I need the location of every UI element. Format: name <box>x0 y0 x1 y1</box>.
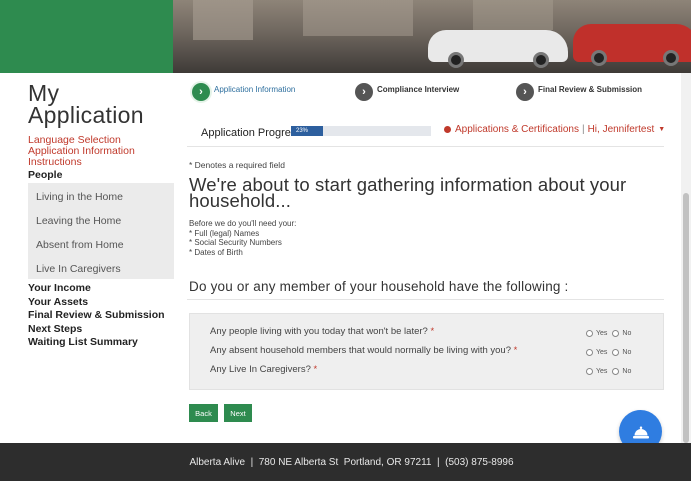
scrollbar[interactable] <box>681 73 691 443</box>
required-marker: * <box>513 345 518 356</box>
need-item: * Full (legal) Names <box>189 228 260 238</box>
caret-down-icon[interactable]: ▼ <box>658 126 665 133</box>
dot-icon <box>444 126 451 133</box>
separator: | <box>581 124 585 135</box>
radio-no[interactable] <box>612 368 620 375</box>
question-row: Any absent household members that would … <box>210 345 517 356</box>
back-button[interactable]: Back <box>189 404 218 422</box>
radio-yes[interactable] <box>586 330 593 337</box>
sidebar-item-living[interactable]: Living in the Home <box>28 183 174 207</box>
scrollbar-thumb[interactable] <box>683 193 689 443</box>
sidebar-item-income[interactable]: Your Income <box>28 282 174 296</box>
radio-group: Yes No <box>586 349 636 356</box>
sidebar-item-leaving[interactable]: Leaving the Home <box>28 207 174 231</box>
step-label: Final Review & Submission <box>538 85 643 94</box>
radio-group: Yes No <box>586 368 636 375</box>
chevron-right-icon: › <box>355 83 373 101</box>
question-text: Any absent household members that would … <box>210 345 511 356</box>
brand-block <box>0 0 173 73</box>
need-intro: Before we do you'll need your: <box>189 219 297 228</box>
question-text: Any people living with you today that wo… <box>210 326 428 337</box>
radio-yes[interactable] <box>586 368 593 375</box>
no-label: No <box>622 368 632 375</box>
applications-link[interactable]: Applications & Certifications <box>455 124 579 135</box>
banner-photo <box>173 0 691 73</box>
sidebar-item-caregivers[interactable]: Live In Caregivers <box>28 255 174 279</box>
need-item: * Social Security Numbers <box>189 238 282 247</box>
required-marker: * <box>430 326 435 337</box>
top-nav: Applications & Certifications | Hi, Jenn… <box>444 124 665 135</box>
header-banner <box>0 0 691 73</box>
questions-panel: Any people living with you today that wo… <box>189 313 664 390</box>
question-text: Any Live In Caregivers? <box>210 364 311 375</box>
required-marker: * <box>313 364 318 375</box>
user-menu[interactable]: Hi, Jennifertest <box>588 124 655 135</box>
need-list: Before we do you'll need your: * Full (l… <box>189 219 296 257</box>
sidebar-submenu: Living in the Home Leaving the Home Abse… <box>28 183 174 279</box>
no-label: No <box>622 349 632 356</box>
radio-group: Yes No <box>586 330 636 337</box>
question-row: Any people living with you today that wo… <box>210 326 434 337</box>
sidebar-title: My Application <box>28 80 144 128</box>
required-note: * Denotes a required field <box>189 160 285 170</box>
step-final-review[interactable]: › Final Review & Submission <box>516 83 642 101</box>
progress-label: Application Progress <box>201 127 302 139</box>
chevron-right-icon: › <box>516 83 534 101</box>
progress-bar: 23% <box>291 126 431 136</box>
sidebar-item-absent[interactable]: Absent from Home <box>28 231 174 255</box>
next-button[interactable]: Next <box>224 404 252 422</box>
footer: Alberta Alive | 780 NE Alberta St Portla… <box>0 443 691 481</box>
page-heading: We're about to start gathering informati… <box>189 174 627 211</box>
sidebar: My Application Language Selection Applic… <box>22 80 174 350</box>
section-heading: Do you or any member of your household h… <box>189 279 569 294</box>
step-label: Application Information <box>214 85 296 94</box>
need-item: * Dates of Birth <box>189 247 243 257</box>
sidebar-item-waiting-list[interactable]: Waiting List Summary <box>28 336 174 350</box>
yes-label: Yes <box>596 368 608 375</box>
footer-text: Alberta Alive | 780 NE Alberta St Portla… <box>189 456 514 468</box>
sidebar-item-instructions[interactable]: Instructions <box>28 157 174 168</box>
radio-no[interactable] <box>612 330 620 337</box>
sidebar-item-people[interactable]: People <box>22 170 174 181</box>
chevron-right-icon: › <box>192 83 210 101</box>
question-row: Any Live In Caregivers? * <box>210 364 317 375</box>
concierge-bell-icon <box>632 426 649 438</box>
yes-label: Yes <box>596 349 608 356</box>
no-label: No <box>622 330 632 337</box>
radio-yes[interactable] <box>586 349 593 356</box>
divider <box>187 299 664 300</box>
yes-label: Yes <box>596 330 608 337</box>
step-compliance-interview[interactable]: › Compliance Interview <box>355 83 459 101</box>
sidebar-item-assets[interactable]: Your Assets <box>28 296 174 310</box>
radio-no[interactable] <box>612 349 620 356</box>
sidebar-item-final-review[interactable]: Final Review & Submission <box>28 309 174 323</box>
step-application-information[interactable]: › Application Information <box>192 83 295 101</box>
divider <box>187 146 664 147</box>
step-label: Compliance Interview <box>377 85 460 94</box>
sidebar-item-next-steps[interactable]: Next Steps <box>28 323 174 337</box>
progress-fill: 23% <box>291 126 324 136</box>
